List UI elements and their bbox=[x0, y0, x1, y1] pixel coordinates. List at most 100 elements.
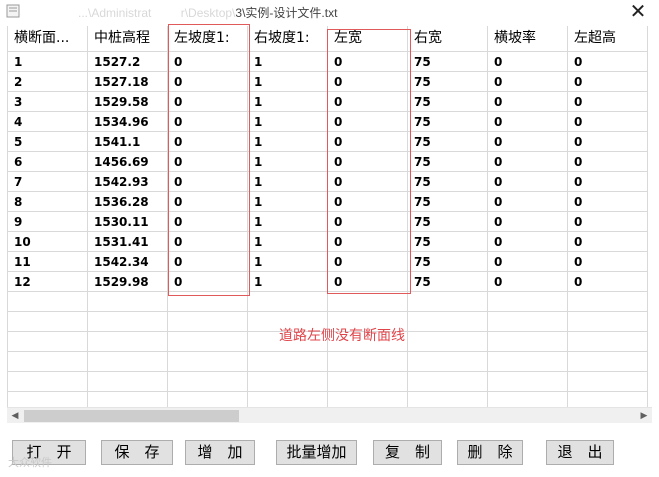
table-cell[interactable] bbox=[328, 372, 408, 392]
table-row[interactable]: 11 1542.34 0 1 0 75 0 0 bbox=[8, 252, 652, 272]
table-cell[interactable]: 0 bbox=[488, 252, 568, 272]
table-cell[interactable]: 75 bbox=[408, 232, 488, 252]
table-row[interactable]: 12 1529.98 0 1 0 75 0 0 bbox=[8, 272, 652, 292]
table-cell[interactable]: 0 bbox=[568, 212, 648, 232]
batch-add-button[interactable]: 批量增加 bbox=[276, 440, 357, 465]
table-cell[interactable]: 1527.2 bbox=[88, 52, 168, 72]
table-cell[interactable]: 0 bbox=[328, 72, 408, 92]
table-cell[interactable]: 0 bbox=[168, 92, 248, 112]
column-header[interactable]: 中桩高程 bbox=[88, 26, 168, 52]
table-cell[interactable]: 0 bbox=[168, 212, 248, 232]
table-cell[interactable]: 1542.93 bbox=[88, 172, 168, 192]
copy-button[interactable]: 复 制 bbox=[373, 440, 442, 465]
table-cell[interactable]: 4 bbox=[8, 112, 88, 132]
table-cell[interactable]: 0 bbox=[488, 232, 568, 252]
table-cell[interactable]: 0 bbox=[168, 232, 248, 252]
table-row[interactable]: 4 1534.96 0 1 0 75 0 0 bbox=[8, 112, 652, 132]
table-cell[interactable]: 0 bbox=[488, 92, 568, 112]
table-cell[interactable] bbox=[248, 292, 328, 312]
table-row[interactable]: 5 1541.1 0 1 0 75 0 0 bbox=[8, 132, 652, 152]
table-cell[interactable] bbox=[488, 372, 568, 392]
table-cell[interactable]: 0 bbox=[568, 52, 648, 72]
section-data-grid[interactable]: 横断面... 中桩高程 左坡度1: 右坡度1: 左宽 右宽 横坡率 左超高 1 1527.2 0 1 0… bbox=[7, 26, 652, 407]
table-cell[interactable] bbox=[8, 372, 88, 392]
column-header[interactable]: 横坡率 bbox=[488, 26, 568, 52]
table-cell[interactable] bbox=[568, 312, 648, 332]
table-cell[interactable]: 1 bbox=[248, 272, 328, 292]
table-cell[interactable]: 7 bbox=[8, 172, 88, 192]
table-cell[interactable] bbox=[408, 352, 488, 372]
scroll-right-icon[interactable]: ▶ bbox=[636, 408, 652, 424]
table-cell[interactable] bbox=[88, 312, 168, 332]
table-cell[interactable] bbox=[568, 332, 648, 352]
table-cell[interactable] bbox=[568, 352, 648, 372]
column-header[interactable]: 左坡度1: bbox=[168, 26, 248, 52]
table-cell[interactable] bbox=[88, 292, 168, 312]
table-cell[interactable] bbox=[488, 312, 568, 332]
table-cell[interactable] bbox=[88, 352, 168, 372]
table-cell[interactable] bbox=[88, 372, 168, 392]
table-cell[interactable]: 1531.41 bbox=[88, 232, 168, 252]
table-cell[interactable]: 0 bbox=[168, 192, 248, 212]
table-cell[interactable]: 0 bbox=[488, 172, 568, 192]
table-cell[interactable]: 0 bbox=[568, 252, 648, 272]
column-header[interactable]: 右坡度1: bbox=[248, 26, 328, 52]
table-row[interactable]: 6 1456.69 0 1 0 75 0 0 bbox=[8, 152, 652, 172]
table-cell[interactable]: 0 bbox=[168, 72, 248, 92]
table-cell[interactable]: 1 bbox=[248, 192, 328, 212]
table-cell[interactable]: 0 bbox=[568, 72, 648, 92]
table-cell[interactable]: 1 bbox=[248, 212, 328, 232]
table-cell[interactable]: 0 bbox=[568, 132, 648, 152]
table-cell[interactable]: 0 bbox=[488, 192, 568, 212]
table-cell[interactable]: 1536.28 bbox=[88, 192, 168, 212]
table-cell[interactable]: 1542.34 bbox=[88, 252, 168, 272]
table-cell[interactable] bbox=[488, 352, 568, 372]
table-cell[interactable]: 9 bbox=[8, 212, 88, 232]
table-cell[interactable]: 0 bbox=[568, 152, 648, 172]
scroll-left-icon[interactable]: ◀ bbox=[7, 408, 23, 424]
table-cell[interactable]: 11 bbox=[8, 252, 88, 272]
table-cell[interactable]: 75 bbox=[408, 52, 488, 72]
table-cell[interactable]: 0 bbox=[168, 172, 248, 192]
table-cell[interactable]: 75 bbox=[408, 72, 488, 92]
column-header[interactable]: 横断面... bbox=[8, 26, 88, 52]
table-cell[interactable]: 1 bbox=[248, 92, 328, 112]
table-cell[interactable]: 1456.69 bbox=[88, 152, 168, 172]
table-cell[interactable]: 1527.18 bbox=[88, 72, 168, 92]
table-cell[interactable]: 0 bbox=[328, 272, 408, 292]
table-row[interactable]: 1 1527.2 0 1 0 75 0 0 bbox=[8, 52, 652, 72]
table-cell[interactable]: 0 bbox=[328, 132, 408, 152]
column-header[interactable]: 左超高 bbox=[568, 26, 648, 52]
table-cell[interactable]: 0 bbox=[488, 52, 568, 72]
table-row[interactable]: 9 1530.11 0 1 0 75 0 0 bbox=[8, 212, 652, 232]
table-cell[interactable]: 0 bbox=[568, 172, 648, 192]
table-row[interactable] bbox=[8, 292, 652, 312]
table-cell[interactable] bbox=[408, 292, 488, 312]
scrollbar-thumb[interactable] bbox=[24, 410, 239, 422]
table-cell[interactable] bbox=[8, 352, 88, 372]
table-cell[interactable]: 0 bbox=[488, 132, 568, 152]
table-cell[interactable] bbox=[488, 332, 568, 352]
table-cell[interactable] bbox=[328, 292, 408, 312]
table-row[interactable]: 3 1529.58 0 1 0 75 0 0 bbox=[8, 92, 652, 112]
table-cell[interactable]: 75 bbox=[408, 192, 488, 212]
table-cell[interactable] bbox=[168, 292, 248, 312]
add-button[interactable]: 增 加 bbox=[185, 440, 255, 465]
table-cell[interactable]: 0 bbox=[568, 272, 648, 292]
table-cell[interactable]: 0 bbox=[568, 92, 648, 112]
table-cell[interactable]: 1529.98 bbox=[88, 272, 168, 292]
table-cell[interactable]: 75 bbox=[408, 172, 488, 192]
table-cell[interactable]: 0 bbox=[488, 272, 568, 292]
table-cell[interactable]: 0 bbox=[568, 112, 648, 132]
table-cell[interactable] bbox=[408, 332, 488, 352]
table-cell[interactable]: 75 bbox=[408, 252, 488, 272]
table-cell[interactable]: 75 bbox=[408, 152, 488, 172]
table-cell[interactable]: 0 bbox=[488, 72, 568, 92]
table-row[interactable]: 8 1536.28 0 1 0 75 0 0 bbox=[8, 192, 652, 212]
table-cell[interactable] bbox=[408, 312, 488, 332]
table-cell[interactable]: 1 bbox=[248, 232, 328, 252]
table-cell[interactable]: 1 bbox=[248, 152, 328, 172]
table-cell[interactable]: 10 bbox=[8, 232, 88, 252]
table-cell[interactable]: 75 bbox=[408, 272, 488, 292]
table-cell[interactable] bbox=[488, 392, 568, 407]
